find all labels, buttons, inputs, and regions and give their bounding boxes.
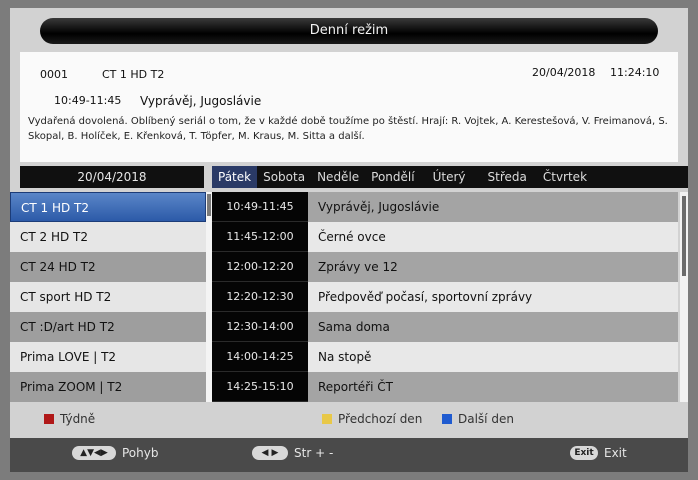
event-title: Vyprávěj, Jugoslávie <box>140 94 262 108</box>
event-time-cell: 12:00-12:20 <box>212 252 308 282</box>
event-scrollbar[interactable] <box>680 192 688 402</box>
tab-day-4[interactable]: Úterý <box>421 166 478 188</box>
tab-day-1[interactable]: Sobota <box>257 166 311 188</box>
event-time-cell: 12:20-12:30 <box>212 282 308 312</box>
page-label: Str + - <box>294 446 334 460</box>
weekly-key[interactable]: Týdně <box>44 412 95 426</box>
blue-key-icon <box>442 414 452 424</box>
channel-item[interactable]: CT 24 HD T2 <box>10 252 206 282</box>
event-item[interactable]: Na stopě <box>308 342 678 372</box>
channel-item[interactable]: CT 1 HD T2 <box>10 192 206 222</box>
event-time-column: 10:49-11:45 11:45-12:00 12:00-12:20 12:2… <box>212 192 308 402</box>
next-day-key[interactable]: Další den <box>442 412 514 426</box>
channel-list: CT 1 HD T2 CT 2 HD T2 CT 24 HD T2 CT spo… <box>10 192 206 402</box>
arrows-key-icon: ▲▼◀▶ <box>72 446 116 460</box>
footer-help-bar: ▲▼◀▶ Pohyb ◀ ▶ Str + - Exit Exit <box>10 438 688 472</box>
red-key-icon <box>44 414 54 424</box>
left-right-key-icon: ◀ ▶ <box>252 446 288 460</box>
exit-key-icon: Exit <box>570 446 598 460</box>
prev-day-label: Předchozí den <box>338 412 423 426</box>
day-tabs: Pátek Sobota Neděle Pondělí Úterý Středa… <box>212 166 688 188</box>
event-item[interactable]: Černé ovce <box>308 222 678 252</box>
page-hint: ◀ ▶ Str + - <box>252 446 333 460</box>
event-time-cell: 14:00-14:25 <box>212 342 308 372</box>
channel-item[interactable]: Prima LOVE | T2 <box>10 342 206 372</box>
prev-day-key[interactable]: Předchozí den <box>322 412 422 426</box>
page-title: Denní režim <box>40 18 658 44</box>
channel-number: 0001 <box>40 68 68 81</box>
event-item[interactable]: Sama doma <box>308 312 678 342</box>
color-key-legend: Týdně Předchozí den Další den <box>10 408 688 430</box>
yellow-key-icon <box>322 414 332 424</box>
channel-item[interactable]: CT :D/art HD T2 <box>10 312 206 342</box>
tab-day-0[interactable]: Pátek <box>212 166 258 188</box>
event-item[interactable]: Zprávy ve 12 <box>308 252 678 282</box>
tab-day-5[interactable]: Středa <box>478 166 537 188</box>
exit-hint[interactable]: Exit Exit <box>570 446 627 460</box>
event-item[interactable]: Předpověď počasí, sportovní zprávy <box>308 282 678 312</box>
channel-item[interactable]: CT sport HD T2 <box>10 282 206 312</box>
weekly-label: Týdně <box>60 412 96 426</box>
event-item[interactable]: Reportéři ČT <box>308 372 678 402</box>
tab-day-6[interactable]: Čtvrtek <box>537 166 593 188</box>
event-info-panel: 0001 CT 1 HD T2 20/04/2018 11:24:10 10:4… <box>20 52 678 162</box>
event-list: Vyprávěj, Jugoslávie Černé ovce Zprávy v… <box>308 192 678 402</box>
move-label: Pohyb <box>122 446 159 460</box>
current-time: 11:24:10 <box>610 66 660 79</box>
event-description: Vydařená dovolená. Oblíbený seriál o tom… <box>28 116 668 142</box>
date-selector[interactable]: 20/04/2018 <box>20 166 204 188</box>
event-time: 10:49-11:45 <box>54 94 122 107</box>
event-item[interactable]: Vyprávěj, Jugoslávie <box>308 192 678 222</box>
current-date: 20/04/2018 <box>532 66 596 79</box>
event-time-cell: 10:49-11:45 <box>212 192 308 222</box>
tab-day-3[interactable]: Pondělí <box>365 166 420 188</box>
event-time-cell: 11:45-12:00 <box>212 222 308 252</box>
next-day-label: Další den <box>458 412 514 426</box>
move-hint: ▲▼◀▶ Pohyb <box>72 446 158 460</box>
channel-item[interactable]: Prima ZOOM | T2 <box>10 372 206 402</box>
epg-screen: Denní režim 0001 CT 1 HD T2 20/04/2018 1… <box>10 8 688 472</box>
tab-day-2[interactable]: Neděle <box>311 166 365 188</box>
channel-item[interactable]: CT 2 HD T2 <box>10 222 206 252</box>
event-time-cell: 14:25-15:10 <box>212 372 308 402</box>
exit-label: Exit <box>604 446 627 460</box>
event-time-cell: 12:30-14:00 <box>212 312 308 342</box>
channel-name: CT 1 HD T2 <box>102 68 165 81</box>
